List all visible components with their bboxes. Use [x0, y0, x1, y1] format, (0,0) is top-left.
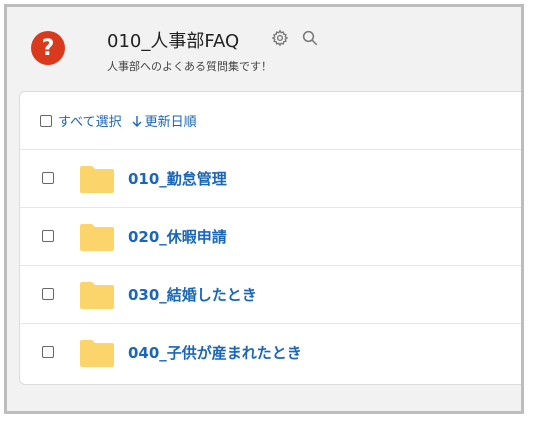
row-checkbox[interactable]	[42, 230, 54, 242]
list-item[interactable]: 020_休暇申請	[20, 208, 521, 266]
folder-icon	[80, 282, 114, 309]
search-icon[interactable]	[299, 27, 321, 49]
page-title: 010_人事部FAQ	[107, 31, 240, 52]
sort-button[interactable]: 更新日順	[132, 111, 197, 130]
list-item[interactable]: 030_結婚したとき	[20, 266, 521, 324]
help-icon: ?	[31, 31, 65, 65]
row-checkbox[interactable]	[42, 346, 54, 358]
folder-link[interactable]: 010_勤怠管理	[128, 168, 227, 189]
page-subtitle: 人事部へのよくある質問集です！	[107, 60, 272, 73]
arrow-down-icon	[132, 115, 142, 127]
folder-list-panel: すべて選択 更新日順 010_勤怠管理 020_休暇申請 030_結婚したとき …	[19, 91, 521, 385]
folder-link[interactable]: 040_子供が産まれたとき	[128, 342, 302, 363]
folder-icon	[80, 166, 114, 193]
list-item[interactable]: 010_勤怠管理	[20, 150, 521, 208]
row-checkbox[interactable]	[42, 172, 54, 184]
folder-link[interactable]: 020_休暇申請	[128, 226, 227, 247]
row-checkbox[interactable]	[42, 288, 54, 300]
app-window: ? 010_人事部FAQ 人事部へのよくある質問集です！ すべて選択 更新日順 …	[4, 4, 524, 414]
header: ? 010_人事部FAQ 人事部へのよくある質問集です！	[7, 7, 521, 93]
sort-label: 更新日順	[144, 115, 197, 130]
gear-icon[interactable]	[269, 27, 291, 49]
folder-link[interactable]: 030_結婚したとき	[128, 284, 257, 305]
list-item[interactable]: 040_子供が産まれたとき	[20, 324, 521, 381]
folder-icon	[80, 340, 114, 367]
select-all-checkbox[interactable]	[40, 114, 52, 127]
folder-icon	[80, 224, 114, 251]
list-toolbar: すべて選択 更新日順	[20, 92, 521, 150]
select-all-label[interactable]: すべて選択	[58, 111, 122, 130]
